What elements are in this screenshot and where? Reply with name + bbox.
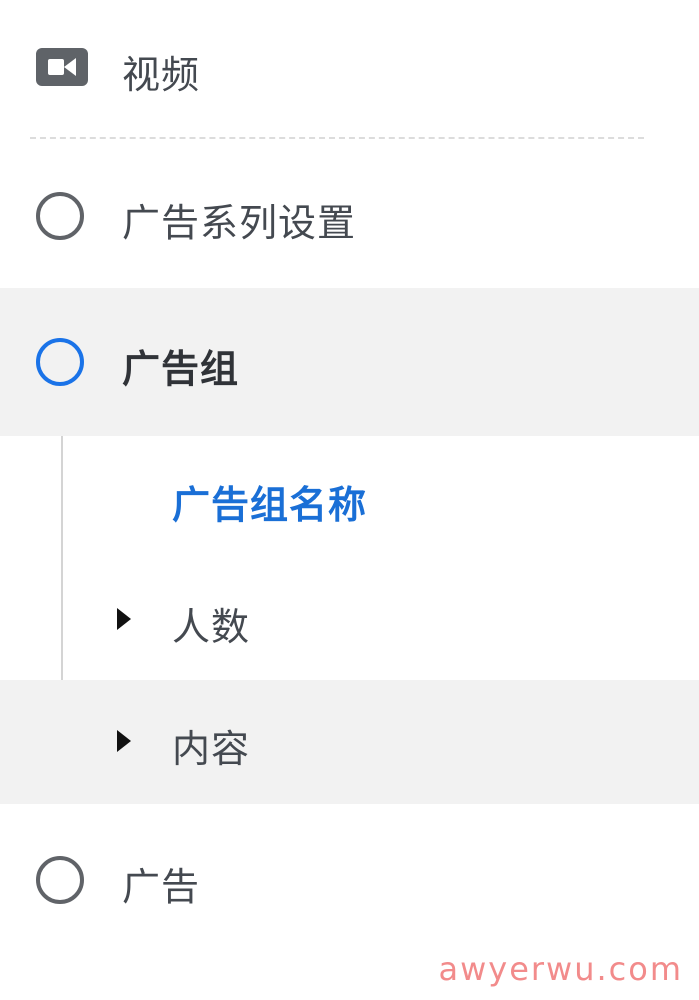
radio-circle-icon: [36, 192, 84, 240]
nav-item-campaign-label: 广告系列设置: [122, 201, 357, 245]
nav-item-adset-label: 广告组: [122, 347, 240, 391]
nav-item-adset[interactable]: 广告组: [0, 288, 699, 436]
caret-right-icon: [117, 730, 131, 752]
nav-subitem-audience-label: 人数: [172, 605, 251, 649]
nav-item-video-label: 视频: [122, 53, 201, 97]
nav-subitem-adset-name[interactable]: 广告组名称: [0, 436, 699, 558]
nav-subitem-audience[interactable]: 人数: [0, 558, 699, 680]
nav-item-campaign[interactable]: 广告系列设置: [0, 142, 699, 288]
nav-subitem-content-label: 内容: [172, 727, 251, 771]
radio-circle-icon: [36, 856, 84, 904]
nav-item-ad-label: 广告: [122, 865, 201, 909]
nav-item-video[interactable]: 视频: [0, 0, 699, 135]
nav-item-ad[interactable]: 广告: [0, 804, 699, 954]
nav-subitem-adset-name-label: 广告组名称: [172, 483, 368, 527]
video-camera-icon: [36, 48, 88, 86]
nav-subitem-content[interactable]: 内容: [0, 680, 699, 804]
caret-right-icon: [117, 608, 131, 630]
watermark: awyerwu.com: [438, 950, 683, 988]
ad-setup-navigation: 视频 广告系列设置 广告组 广告组名称 人数 内容 广告 awyerwu.com: [0, 0, 699, 1000]
radio-circle-active-icon: [36, 338, 84, 386]
section-divider: [30, 137, 644, 139]
